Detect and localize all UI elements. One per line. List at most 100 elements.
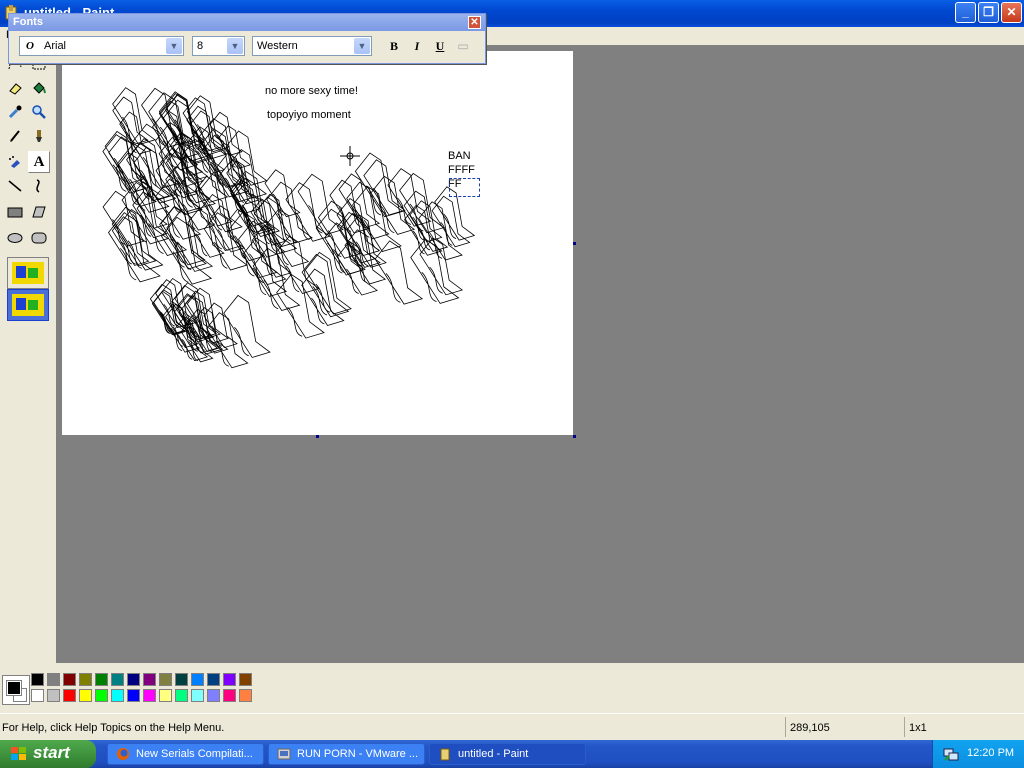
font-script-value: Western [257,40,298,52]
task-button-vmware[interactable]: RUN PORN - VMware ... [268,743,425,765]
font-size-value: 8 [197,40,204,52]
color-swatch[interactable] [191,673,204,686]
chevron-down-icon[interactable]: ▼ [227,38,243,54]
line-tool-icon[interactable] [4,175,26,197]
vertical-text-icon: ▭ [457,39,469,53]
color-swatch[interactable] [63,673,76,686]
resize-handle-right[interactable] [573,242,576,245]
start-label: start [33,743,70,762]
color-swatch[interactable] [95,689,108,702]
scribble-stroke [161,216,213,285]
color-swatch[interactable] [223,673,236,686]
rounded-rect-tool-icon[interactable] [28,227,50,249]
color-swatch[interactable] [111,689,124,702]
task-button-browser[interactable]: New Serials Compilati... [107,743,264,765]
color-swatch[interactable] [159,689,172,702]
color-swatch[interactable] [159,673,172,686]
ellipse-tool-icon[interactable] [4,227,26,249]
chevron-down-icon[interactable]: ▼ [354,38,370,54]
color-swatch[interactable] [127,689,140,702]
close-button[interactable]: ✕ [1001,2,1022,23]
color-swatch[interactable] [143,673,156,686]
resize-handle-corner[interactable] [573,435,576,438]
polygon-tool-icon[interactable] [28,201,50,223]
text-tool-icon[interactable]: A [28,151,50,173]
status-bar: For Help, click Help Topics on the Help … [0,713,1024,741]
status-coordinates: 289,105 [790,722,830,734]
color-swatch[interactable] [31,689,44,702]
color-swatch[interactable] [143,689,156,702]
windows-logo-icon [10,746,28,762]
color-swatch[interactable] [191,689,204,702]
pencil-icon[interactable] [4,125,26,147]
transparent-mode-icon[interactable] [7,289,49,321]
drawing-canvas[interactable]: no more sexy time! topoyiyo moment BAN F… [62,51,573,435]
color-swatch[interactable] [207,689,220,702]
task-label: RUN PORN - VMware ... [297,748,419,760]
fonts-toolbar[interactable]: Fonts ✕ O Arial ▼ 8 ▼ Western ▼ B I U ▭ [8,13,486,64]
fonts-toolbar-title-bar[interactable]: Fonts ✕ [9,14,485,31]
color-swatch[interactable] [239,673,252,686]
fonts-close-button[interactable]: ✕ [468,16,481,29]
rectangle-tool-icon[interactable] [4,201,26,223]
color-swatch[interactable] [63,689,76,702]
eraser-icon[interactable] [4,77,26,99]
minimize-button[interactable]: _ [955,2,976,23]
restore-button[interactable]: ❐ [978,2,999,23]
color-swatch[interactable] [47,673,60,686]
color-swatch[interactable] [207,673,220,686]
opaque-mode-icon[interactable] [7,257,49,289]
font-script-select[interactable]: Western ▼ [252,36,372,56]
curve-tool-icon[interactable] [28,175,50,197]
scribble-stroke [108,212,161,283]
resize-handle-bottom[interactable] [316,435,319,438]
bold-button[interactable]: B [384,38,404,55]
color-swatch[interactable] [79,689,92,702]
scribble-stroke [223,294,271,358]
fill-bucket-icon[interactable] [28,77,50,99]
color-swatch[interactable] [95,673,108,686]
brush-icon[interactable] [28,125,50,147]
canvas-text-2: topoyiyo moment [267,109,351,121]
font-size-select[interactable]: 8 ▼ [192,36,245,56]
color-swatch[interactable] [175,689,188,702]
crosshair-cursor [340,146,360,166]
text-input-box[interactable] [449,178,480,197]
scribble-stroke [410,238,460,304]
scribble-stroke [431,195,471,248]
status-divider [904,717,905,737]
start-button[interactable]: start [0,740,96,768]
toolbox: A [0,45,56,663]
color-swatch[interactable] [79,673,92,686]
chevron-down-icon[interactable]: ▼ [166,38,182,54]
color-swatch[interactable] [127,673,140,686]
scribble-stroke [276,273,325,339]
color-swatch[interactable] [223,689,236,702]
color-swatch[interactable] [239,689,252,702]
font-name-select[interactable]: O Arial ▼ [19,36,184,56]
airbrush-icon[interactable] [4,151,26,173]
underline-button[interactable]: U [430,38,450,55]
fonts-toolbar-title: Fonts [13,16,43,28]
color-picker-icon[interactable] [4,101,26,123]
font-name-value: Arial [44,40,67,52]
canvas-text-1: no more sexy time! [265,85,358,97]
current-colors-box [2,675,30,705]
clock[interactable]: 12:20 PM [967,747,1014,759]
task-label: untitled - Paint [458,748,529,760]
vmware-icon [277,747,291,761]
system-tray: 12:20 PM [932,740,1024,768]
task-label: New Serials Compilati... [136,748,253,760]
italic-button[interactable]: I [407,38,427,55]
color-swatch[interactable] [31,673,44,686]
primary-color [6,680,22,696]
color-swatch[interactable] [175,673,188,686]
task-button-paint[interactable]: untitled - Paint [429,743,586,765]
color-palette [0,663,1024,713]
canvas-text-3: BAN [448,150,471,162]
scribble-stroke [336,241,378,296]
color-swatch[interactable] [111,673,124,686]
color-swatch[interactable] [47,689,60,702]
network-icon[interactable] [943,746,959,762]
magnifier-icon[interactable] [28,101,50,123]
